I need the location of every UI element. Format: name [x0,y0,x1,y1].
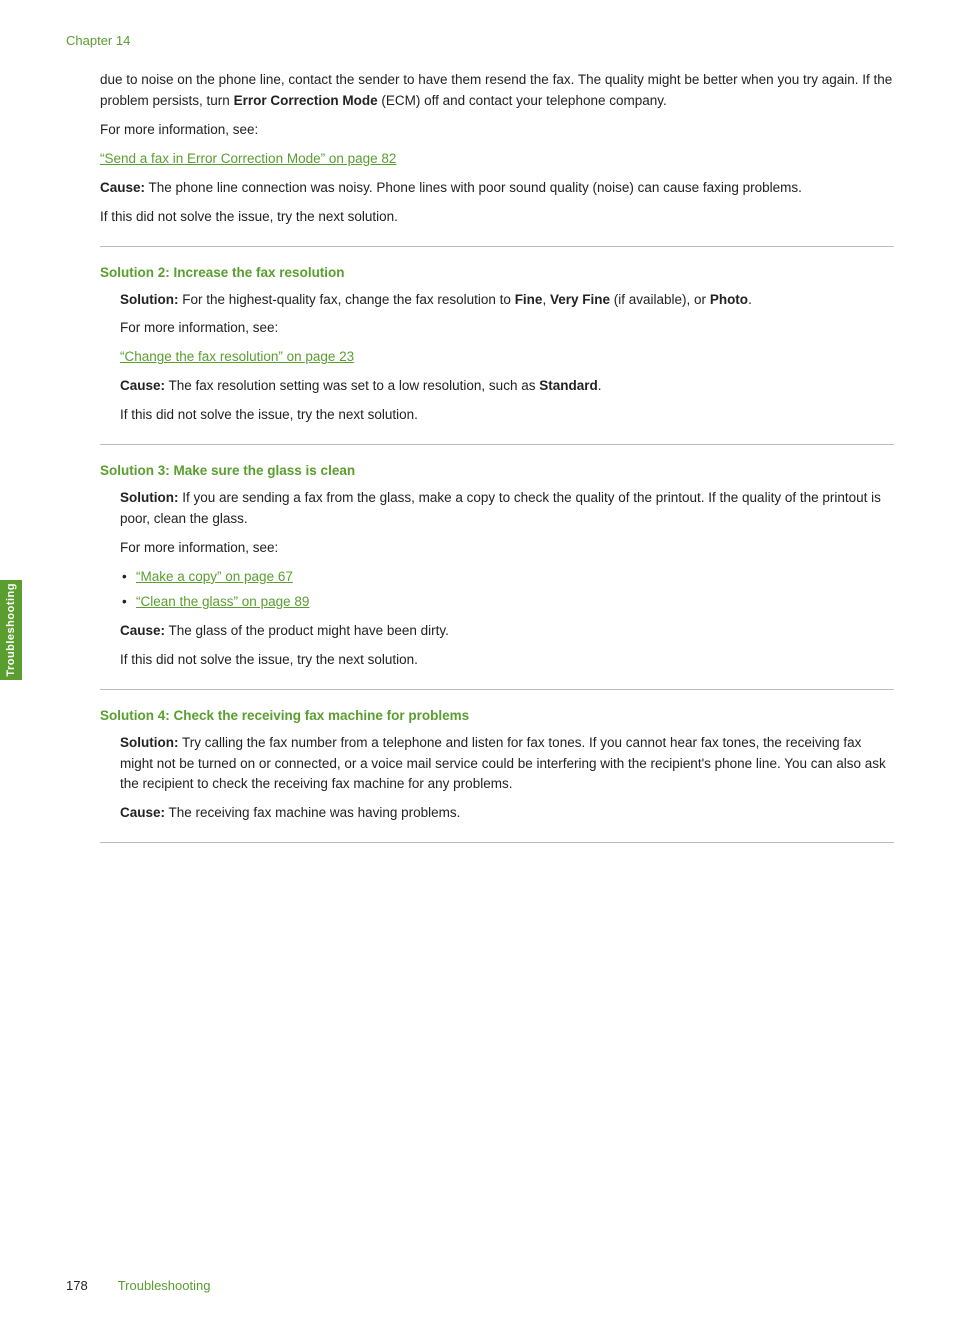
solution2-link[interactable]: “Change the fax resolution” on page 23 [120,349,354,364]
divider-4 [100,842,894,843]
solution2-next: If this did not solve the issue, try the… [120,405,894,426]
chapter-label: Chapter 14 [66,33,130,48]
solution3-heading: Solution 3: Make sure the glass is clean [100,463,894,478]
intro-para1: due to noise on the phone line, contact … [100,70,894,112]
footer-page-number: 178 [66,1278,88,1293]
solution4-section: Solution 4: Check the receiving fax mach… [100,708,894,825]
solution2-text: Solution: For the highest-quality fax, c… [120,290,894,311]
solution2-body: Solution: For the highest-quality fax, c… [100,290,894,427]
main-content: due to noise on the phone line, contact … [100,0,894,843]
solution2-section: Solution 2: Increase the fax resolution … [100,265,894,427]
intro-link1[interactable]: “Send a fax in Error Correction Mode” on… [100,151,396,166]
solution2-cause: Cause: The fax resolution setting was se… [120,376,894,397]
solution4-text: Solution: Try calling the fax number fro… [120,733,894,796]
solution3-links: “Make a copy” on page 67 “Clean the glas… [120,567,894,613]
side-tab: Troubleshooting [0,580,22,680]
solution2-heading: Solution 2: Increase the fax resolution [100,265,894,280]
solution3-text: Solution: If you are sending a fax from … [120,488,894,530]
solution4-heading: Solution 4: Check the receiving fax mach… [100,708,894,723]
intro-block: due to noise on the phone line, contact … [100,70,894,228]
intro-next-solution: If this did not solve the issue, try the… [100,207,894,228]
solution3-link1[interactable]: “Make a copy” on page 67 [136,569,293,584]
intro-for-more: For more information, see: [100,120,894,141]
intro-cause: Cause: The phone line connection was noi… [100,178,894,199]
divider-2 [100,444,894,445]
solution3-for-more: For more information, see: [120,538,894,559]
solution3-body: Solution: If you are sending a fax from … [100,488,894,670]
side-tab-label: Troubleshooting [5,583,17,677]
divider-3 [100,689,894,690]
solution3-cause: Cause: The glass of the product might ha… [120,621,894,642]
footer-section-label: Troubleshooting [118,1278,211,1293]
solution2-for-more: For more information, see: [120,318,894,339]
footer: 178 Troubleshooting [66,1278,210,1293]
solution3-next: If this did not solve the issue, try the… [120,650,894,671]
divider-1 [100,246,894,247]
solution3-link2[interactable]: “Clean the glass” on page 89 [136,594,309,609]
solution4-body: Solution: Try calling the fax number fro… [100,733,894,825]
solution3-section: Solution 3: Make sure the glass is clean… [100,463,894,670]
solution4-cause: Cause: The receiving fax machine was hav… [120,803,894,824]
